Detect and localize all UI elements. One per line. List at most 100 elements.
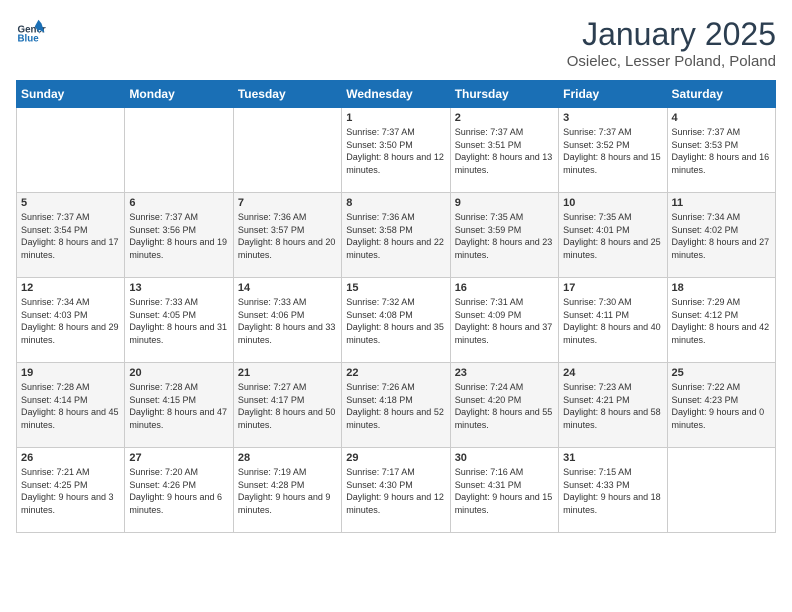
day-number: 12 xyxy=(21,282,120,294)
day-number: 8 xyxy=(346,197,445,209)
day-number: 11 xyxy=(672,197,771,209)
day-number: 20 xyxy=(129,367,228,379)
day-cell: 10 Sunrise: 7:35 AM Sunset: 4:01 PM Dayli… xyxy=(559,193,667,278)
day-number: 25 xyxy=(672,367,771,379)
day-number: 27 xyxy=(129,452,228,464)
day-number: 29 xyxy=(346,452,445,464)
day-info: Sunrise: 7:33 AM Sunset: 4:06 PM Dayligh… xyxy=(238,296,337,346)
day-cell: 13 Sunrise: 7:33 AM Sunset: 4:05 PM Dayli… xyxy=(125,278,233,363)
day-number: 26 xyxy=(21,452,120,464)
svg-text:Blue: Blue xyxy=(18,34,40,45)
day-cell: 31 Sunrise: 7:15 AM Sunset: 4:33 PM Dayli… xyxy=(559,448,667,533)
day-info: Sunrise: 7:27 AM Sunset: 4:17 PM Dayligh… xyxy=(238,381,337,431)
day-cell: 29 Sunrise: 7:17 AM Sunset: 4:30 PM Dayli… xyxy=(342,448,450,533)
day-number: 14 xyxy=(238,282,337,294)
day-number: 28 xyxy=(238,452,337,464)
col-header-thursday: Thursday xyxy=(450,81,558,108)
day-cell: 15Sunrise: 7:32 AM Sunset: 4:08 PM Dayli… xyxy=(342,278,450,363)
logo-icon: General Blue xyxy=(16,16,46,46)
day-info: Sunrise: 7:31 AM Sunset: 4:09 PM Dayligh… xyxy=(455,296,554,346)
day-info: Sunrise: 7:19 AM Sunset: 4:28 PM Dayligh… xyxy=(238,466,337,516)
col-header-wednesday: Wednesday xyxy=(342,81,450,108)
day-cell: 22 Sunrise: 7:26 AM Sunset: 4:18 PM Dayli… xyxy=(342,363,450,448)
day-info: Sunrise: 7:33 AM Sunset: 4:05 PM Dayligh… xyxy=(129,296,228,346)
day-cell: 6 Sunrise: 7:37 AM Sunset: 3:56 PM Daylig… xyxy=(125,193,233,278)
day-info: Sunrise: 7:23 AM Sunset: 4:21 PM Dayligh… xyxy=(563,381,662,431)
day-number: 17 xyxy=(563,282,662,294)
day-number: 10 xyxy=(563,197,662,209)
day-number: 7 xyxy=(238,197,337,209)
day-cell: 9 Sunrise: 7:35 AM Sunset: 3:59 PM Daylig… xyxy=(450,193,558,278)
day-number: 30 xyxy=(455,452,554,464)
col-header-sunday: Sunday xyxy=(17,81,125,108)
title-block: January 2025 Osielec, Lesser Poland, Pol… xyxy=(567,16,776,70)
day-cell: 23Sunrise: 7:24 AM Sunset: 4:20 PM Dayli… xyxy=(450,363,558,448)
header-row: SundayMondayTuesdayWednesdayThursdayFrid… xyxy=(17,81,776,108)
day-number: 9 xyxy=(455,197,554,209)
day-cell xyxy=(233,108,341,193)
day-cell: 18Sunrise: 7:29 AM Sunset: 4:12 PM Dayli… xyxy=(667,278,775,363)
day-cell: 11 Sunrise: 7:34 AM Sunset: 4:02 PM Dayli… xyxy=(667,193,775,278)
day-cell: 8 Sunrise: 7:36 AM Sunset: 3:58 PM Daylig… xyxy=(342,193,450,278)
day-number: 21 xyxy=(238,367,337,379)
day-info: Sunrise: 7:37 AM Sunset: 3:53 PM Dayligh… xyxy=(672,126,771,176)
day-number: 2 xyxy=(455,112,554,124)
day-cell xyxy=(17,108,125,193)
day-info: Sunrise: 7:35 AM Sunset: 3:59 PM Dayligh… xyxy=(455,211,554,261)
day-info: Sunrise: 7:28 AM Sunset: 4:15 PM Dayligh… xyxy=(129,381,228,431)
day-info: Sunrise: 7:37 AM Sunset: 3:52 PM Dayligh… xyxy=(563,126,662,176)
day-info: Sunrise: 7:36 AM Sunset: 3:58 PM Dayligh… xyxy=(346,211,445,261)
day-info: Sunrise: 7:34 AM Sunset: 4:03 PM Dayligh… xyxy=(21,296,120,346)
day-number: 31 xyxy=(563,452,662,464)
week-row-5: 26Sunrise: 7:21 AM Sunset: 4:25 PM Dayli… xyxy=(17,448,776,533)
day-number: 16 xyxy=(455,282,554,294)
day-info: Sunrise: 7:32 AM Sunset: 4:08 PM Dayligh… xyxy=(346,296,445,346)
day-cell xyxy=(667,448,775,533)
day-number: 13 xyxy=(129,282,228,294)
col-header-saturday: Saturday xyxy=(667,81,775,108)
day-cell: 4 Sunrise: 7:37 AM Sunset: 3:53 PM Daylig… xyxy=(667,108,775,193)
day-info: Sunrise: 7:22 AM Sunset: 4:23 PM Dayligh… xyxy=(672,381,771,431)
day-info: Sunrise: 7:37 AM Sunset: 3:56 PM Dayligh… xyxy=(129,211,228,261)
day-number: 18 xyxy=(672,282,771,294)
day-info: Sunrise: 7:36 AM Sunset: 3:57 PM Dayligh… xyxy=(238,211,337,261)
day-number: 6 xyxy=(129,197,228,209)
day-number: 22 xyxy=(346,367,445,379)
day-number: 19 xyxy=(21,367,120,379)
day-number: 1 xyxy=(346,112,445,124)
day-cell: 1 Sunrise: 7:37 AM Sunset: 3:50 PM Daylig… xyxy=(342,108,450,193)
day-info: Sunrise: 7:16 AM Sunset: 4:31 PM Dayligh… xyxy=(455,466,554,516)
day-cell: 26Sunrise: 7:21 AM Sunset: 4:25 PM Dayli… xyxy=(17,448,125,533)
day-info: Sunrise: 7:35 AM Sunset: 4:01 PM Dayligh… xyxy=(563,211,662,261)
location-title: Osielec, Lesser Poland, Poland xyxy=(567,53,776,70)
day-cell: 16 Sunrise: 7:31 AM Sunset: 4:09 PM Dayli… xyxy=(450,278,558,363)
day-info: Sunrise: 7:15 AM Sunset: 4:33 PM Dayligh… xyxy=(563,466,662,516)
day-cell xyxy=(125,108,233,193)
day-cell: 12 Sunrise: 7:34 AM Sunset: 4:03 PM Dayli… xyxy=(17,278,125,363)
week-row-1: 1 Sunrise: 7:37 AM Sunset: 3:50 PM Daylig… xyxy=(17,108,776,193)
day-info: Sunrise: 7:30 AM Sunset: 4:11 PM Dayligh… xyxy=(563,296,662,346)
day-number: 4 xyxy=(672,112,771,124)
day-info: Sunrise: 7:17 AM Sunset: 4:30 PM Dayligh… xyxy=(346,466,445,516)
page-header: General Blue January 2025 Osielec, Lesse… xyxy=(16,16,776,70)
day-cell: 20 Sunrise: 7:28 AM Sunset: 4:15 PM Dayli… xyxy=(125,363,233,448)
day-cell: 14 Sunrise: 7:33 AM Sunset: 4:06 PM Dayli… xyxy=(233,278,341,363)
logo: General Blue xyxy=(16,16,46,46)
day-cell: 21 Sunrise: 7:27 AM Sunset: 4:17 PM Dayli… xyxy=(233,363,341,448)
day-cell: 5Sunrise: 7:37 AM Sunset: 3:54 PM Daylig… xyxy=(17,193,125,278)
day-cell: 19 Sunrise: 7:28 AM Sunset: 4:14 PM Dayli… xyxy=(17,363,125,448)
day-info: Sunrise: 7:20 AM Sunset: 4:26 PM Dayligh… xyxy=(129,466,228,516)
calendar-table: SundayMondayTuesdayWednesdayThursdayFrid… xyxy=(16,80,776,533)
day-info: Sunrise: 7:34 AM Sunset: 4:02 PM Dayligh… xyxy=(672,211,771,261)
day-info: Sunrise: 7:37 AM Sunset: 3:51 PM Dayligh… xyxy=(455,126,554,176)
day-number: 5 xyxy=(21,197,120,209)
day-cell: 24 Sunrise: 7:23 AM Sunset: 4:21 PM Dayli… xyxy=(559,363,667,448)
week-row-4: 19 Sunrise: 7:28 AM Sunset: 4:14 PM Dayli… xyxy=(17,363,776,448)
month-title: January 2025 xyxy=(567,16,776,53)
day-info: Sunrise: 7:28 AM Sunset: 4:14 PM Dayligh… xyxy=(21,381,120,431)
day-number: 24 xyxy=(563,367,662,379)
day-info: Sunrise: 7:37 AM Sunset: 3:50 PM Dayligh… xyxy=(346,126,445,176)
week-row-2: 5Sunrise: 7:37 AM Sunset: 3:54 PM Daylig… xyxy=(17,193,776,278)
day-info: Sunrise: 7:26 AM Sunset: 4:18 PM Dayligh… xyxy=(346,381,445,431)
day-number: 23 xyxy=(455,367,554,379)
